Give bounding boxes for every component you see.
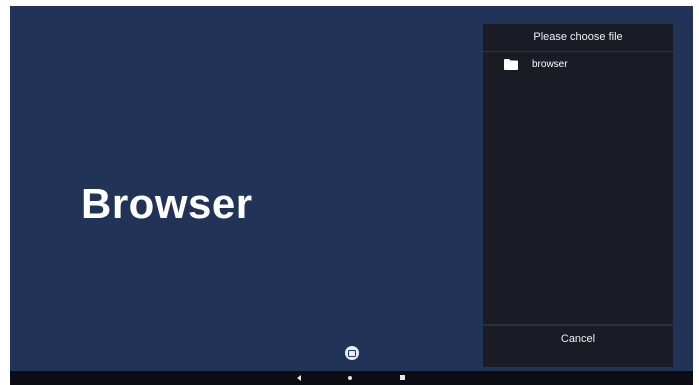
cancel-button[interactable]: Cancel	[483, 326, 673, 352]
app-screen: Browser Please choose file browser Cance…	[10, 6, 693, 385]
home-icon[interactable]	[348, 376, 352, 380]
dialog-footer: Cancel	[483, 324, 673, 368]
recents-icon[interactable]	[400, 375, 405, 380]
folder-icon	[504, 58, 518, 70]
floating-menu-button[interactable]	[345, 346, 359, 360]
app-title: Browser	[81, 180, 253, 227]
folder-name: browser	[532, 58, 568, 70]
navigation-bar	[10, 371, 693, 385]
file-list: browser	[483, 52, 673, 324]
window-icon	[348, 349, 356, 357]
file-picker-dialog: Please choose file browser Cancel	[483, 24, 673, 367]
list-item-folder-browser[interactable]: browser	[483, 52, 673, 76]
dialog-title: Please choose file	[483, 24, 673, 52]
back-icon[interactable]	[297, 375, 301, 381]
